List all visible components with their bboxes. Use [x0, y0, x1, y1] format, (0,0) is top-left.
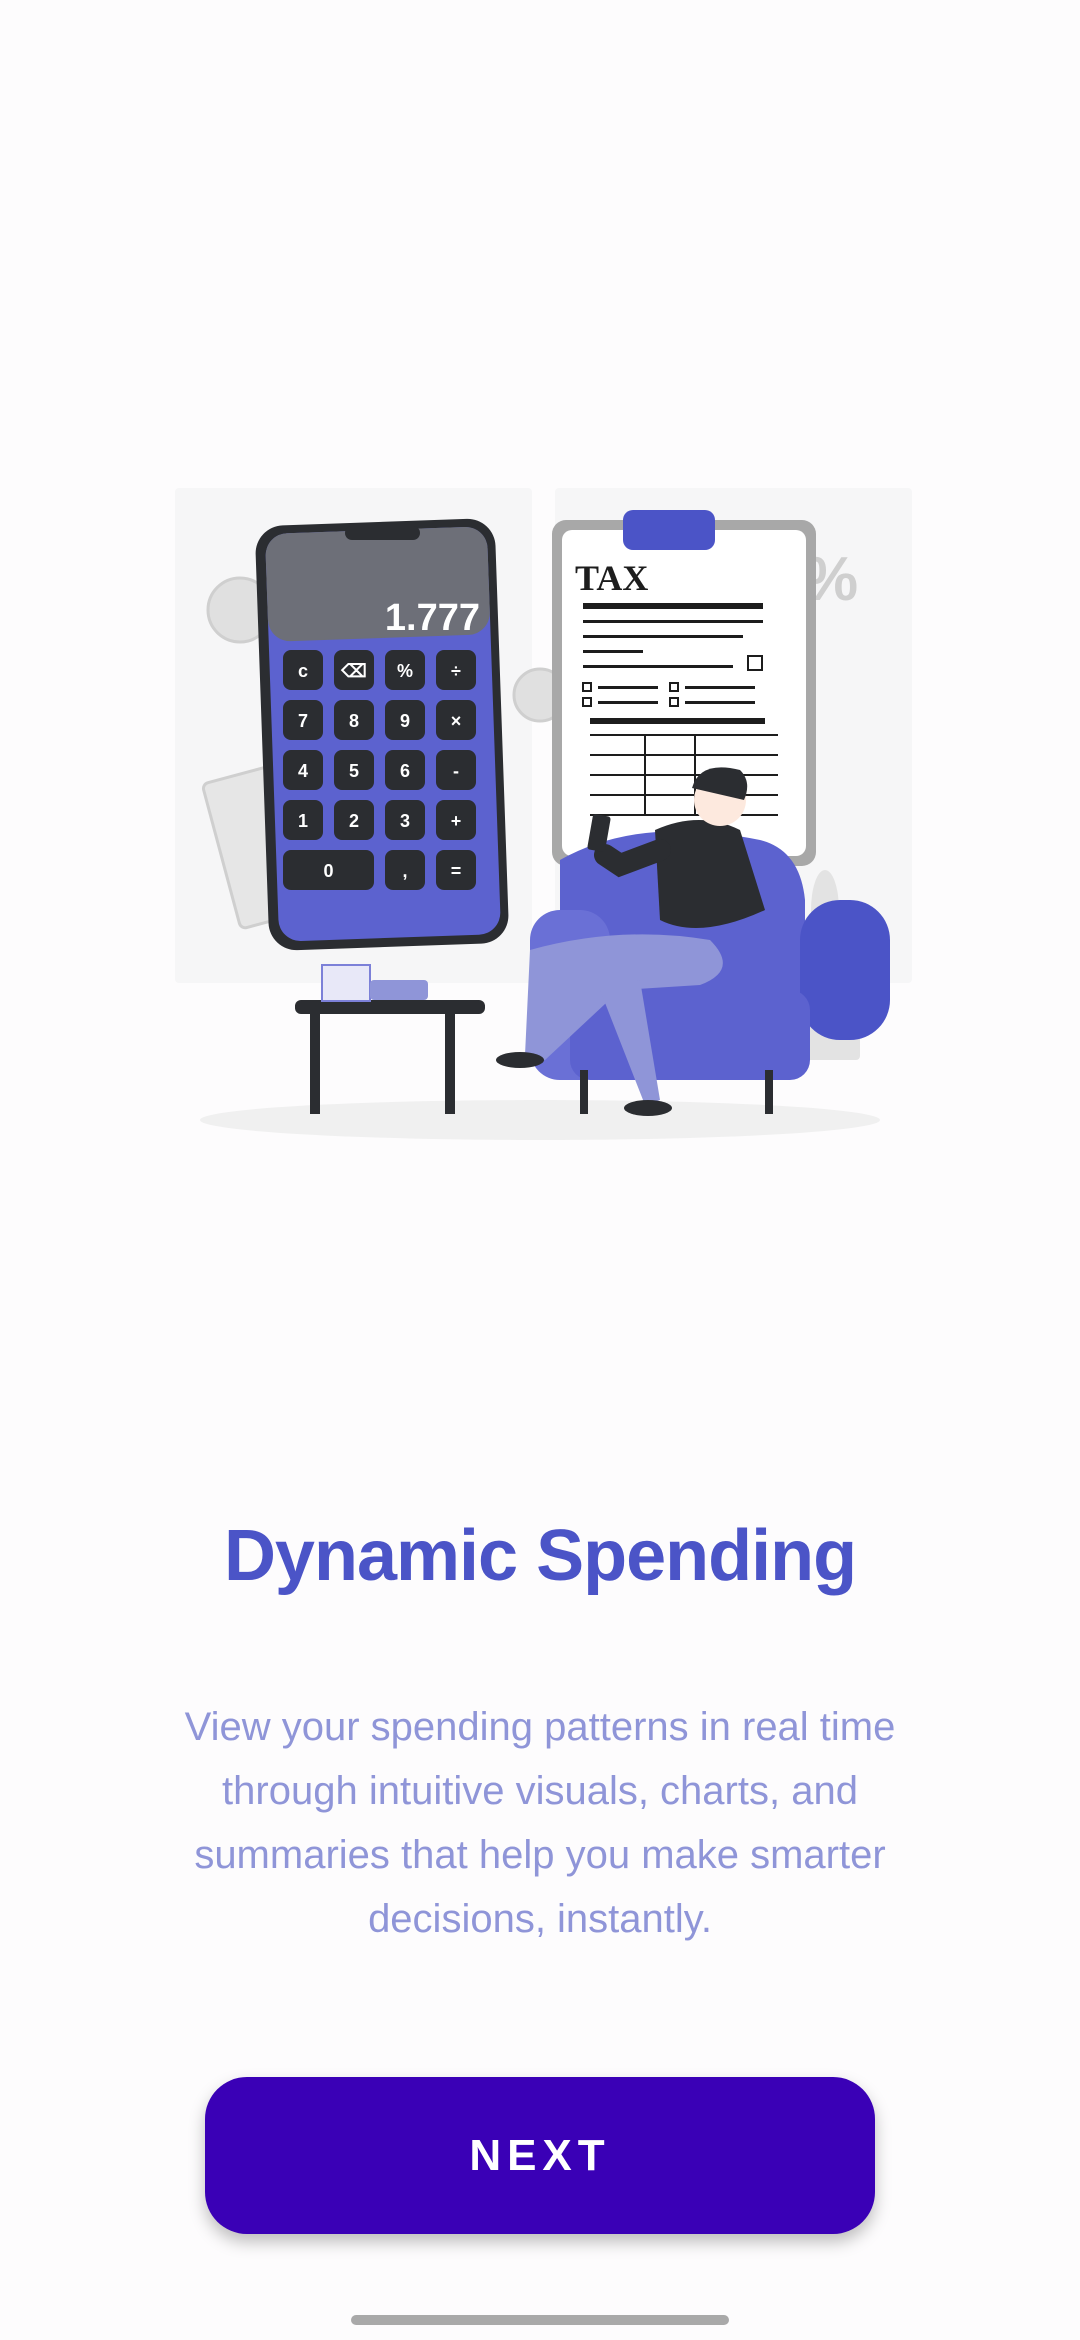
calculator-display: 1.777 — [385, 597, 480, 639]
calculator-key: c — [283, 650, 323, 690]
calculator-key: 8 — [334, 700, 374, 740]
svg-text:8: 8 — [349, 711, 359, 731]
calculator-key: = — [436, 850, 476, 890]
svg-text:6: 6 — [400, 761, 410, 781]
svg-text:%: % — [397, 661, 413, 681]
calculator-key: 4 — [283, 750, 323, 790]
calculator-key: , — [385, 850, 425, 890]
calculator-key: + — [436, 800, 476, 840]
calculator-key: ÷ — [436, 650, 476, 690]
calculator-key: 1 — [283, 800, 323, 840]
svg-text:=: = — [451, 861, 462, 881]
svg-text:,: , — [402, 861, 407, 881]
tax-label: TAX — [575, 558, 648, 598]
svg-text:0: 0 — [323, 861, 333, 881]
svg-text:-: - — [453, 761, 459, 781]
svg-text:×: × — [451, 711, 462, 731]
svg-text:c: c — [298, 661, 308, 681]
svg-text:4: 4 — [298, 761, 308, 781]
calculator-key: 7 — [283, 700, 323, 740]
illustration: % TAX 1.777 c ⌫ % ÷ 7 8 9 × 4 5 6 - 1 2 … — [100, 470, 980, 1150]
svg-text:5: 5 — [349, 761, 359, 781]
home-indicator[interactable] — [351, 2315, 729, 2325]
calculator-key: 9 — [385, 700, 425, 740]
svg-text:⌫: ⌫ — [340, 661, 366, 681]
calculator-key: - — [436, 750, 476, 790]
svg-text:÷: ÷ — [451, 661, 461, 681]
svg-text:1: 1 — [298, 811, 308, 831]
calculator-key: % — [385, 650, 425, 690]
svg-text:+: + — [451, 811, 462, 831]
calculator-tax-person-illustration: % TAX 1.777 c ⌫ % ÷7 8 9 ×4 5 6 -1 2 3 +… — [175, 488, 912, 1140]
svg-text:7: 7 — [298, 711, 308, 731]
calculator-key: 5 — [334, 750, 374, 790]
calculator-key: ⌫ — [334, 650, 374, 690]
calculator-key: × — [436, 700, 476, 740]
calculator-key: 6 — [385, 750, 425, 790]
onboarding-description: View your spending patterns in real time… — [184, 1705, 896, 1941]
status-bar — [0, 0, 1080, 100]
calculator-key: 3 — [385, 800, 425, 840]
calculator-key: 2 — [334, 800, 374, 840]
svg-text:9: 9 — [400, 711, 410, 731]
svg-text:3: 3 — [400, 811, 410, 831]
onboarding-title: Dynamic Spending — [223, 1516, 857, 1596]
calculator-key: 0 — [283, 850, 374, 890]
svg-text:2: 2 — [349, 811, 359, 831]
next-button[interactable]: NEXT — [205, 2077, 875, 2234]
